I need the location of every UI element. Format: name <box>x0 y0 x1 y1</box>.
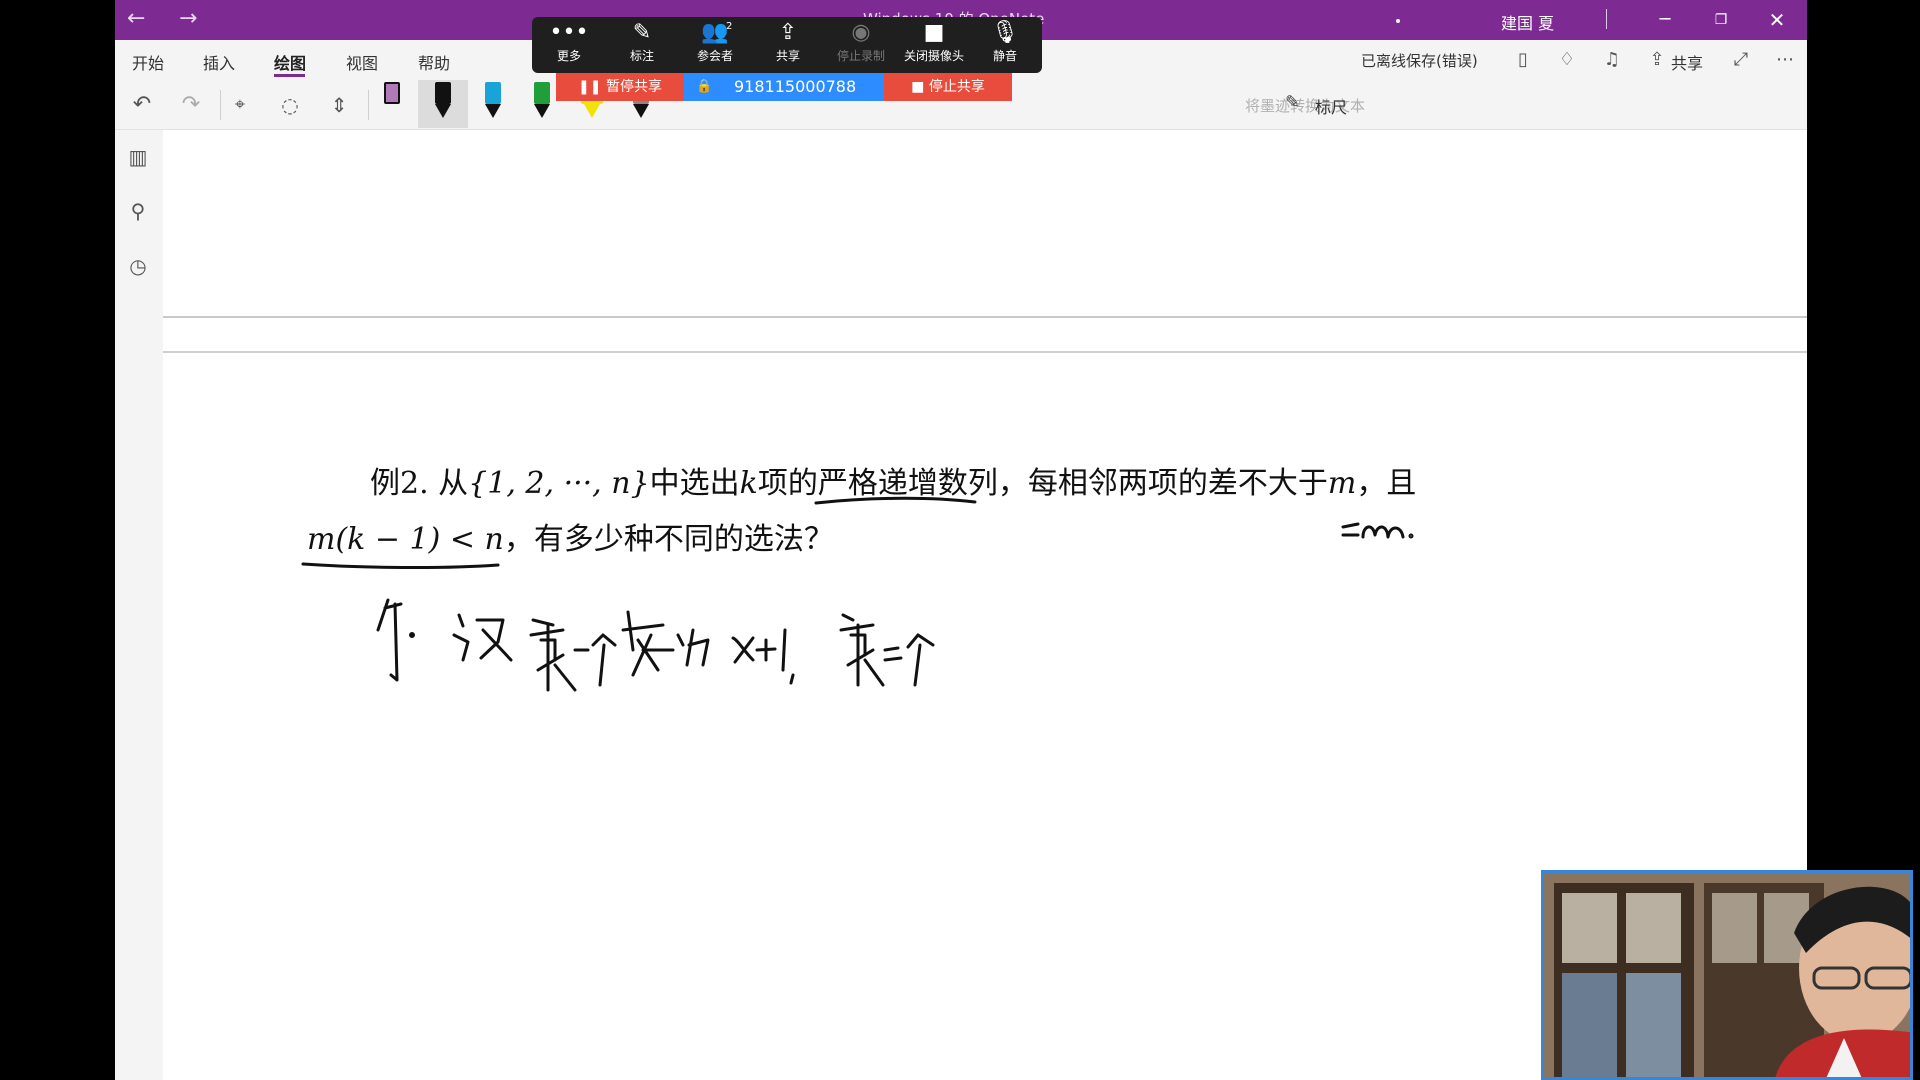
ink-underline-term <box>814 496 977 505</box>
stop-icon: ■ <box>911 79 929 95</box>
toolbar-separator <box>220 90 221 120</box>
ink-comma <box>789 673 795 685</box>
pause-share-label: 暂停共享 <box>605 79 662 95</box>
pen-cyan-icon[interactable] <box>480 82 506 122</box>
tab-home[interactable]: 开始 <box>132 50 164 74</box>
forward-button[interactable]: → <box>179 6 197 31</box>
ink-period <box>1408 533 1414 539</box>
ink-plus <box>755 638 777 662</box>
ink-char-wei <box>676 628 710 667</box>
ink-char-ge-2 <box>906 633 935 687</box>
mute-button[interactable]: 🎙 静音 <box>968 17 1042 73</box>
pencil-icon: ✎ <box>632 20 652 45</box>
annotate-button[interactable]: ✎ 标注 <box>605 17 679 73</box>
minimize-button[interactable]: ─ <box>1645 6 1685 34</box>
ink-char-er <box>883 646 903 662</box>
search-icon[interactable]: ⚲ <box>125 198 151 224</box>
lightbulb-icon[interactable]: ♢ <box>1555 48 1579 72</box>
fullscreen-icon[interactable]: ⤢ <box>1729 48 1753 72</box>
more-options-icon[interactable]: ⋯ <box>1773 48 1797 72</box>
pen-purple-icon[interactable] <box>379 82 405 122</box>
lock-icon: 🔒 <box>696 79 713 94</box>
more-button[interactable]: ••• 更多 <box>532 17 606 73</box>
lasso-select-icon[interactable]: ⌖ <box>225 90 255 120</box>
close-button[interactable]: ✕ <box>1757 6 1797 34</box>
notebook-icon[interactable]: ▯ <box>1511 48 1535 72</box>
tab-view[interactable]: 视图 <box>346 50 378 74</box>
ink-char-jie <box>376 598 403 682</box>
camera-icon: ■ <box>923 20 945 45</box>
share-icon[interactable]: ⇪ <box>1645 48 1669 72</box>
ink-x <box>731 636 755 664</box>
record-icon: ◉ <box>851 20 871 45</box>
webcam-video[interactable] <box>1541 870 1913 1080</box>
annotate-label: 标注 <box>629 49 654 63</box>
left-navigation: ▥ ⚲ ◷ <box>115 130 163 1080</box>
indicator-dot <box>1396 19 1400 23</box>
participants-button[interactable]: 👥 2 参会者 <box>678 17 752 73</box>
more-icon: ••• <box>549 20 589 45</box>
recent-icon[interactable]: ◷ <box>125 253 151 279</box>
ink-char-shu <box>621 610 675 677</box>
more-label: 更多 <box>556 49 581 63</box>
redo-button[interactable]: ↷ <box>176 90 206 120</box>
bell-icon[interactable]: ♫ <box>1600 48 1624 72</box>
stop-recording-label: 停止录制 <box>836 49 885 63</box>
share-screen-button[interactable]: ⇪ 共享 <box>751 17 825 73</box>
tab-insert[interactable]: 插入 <box>203 50 235 74</box>
ink-one <box>781 628 787 672</box>
attendee-count: 2 <box>726 21 733 32</box>
title-separator <box>1606 9 1607 29</box>
stop-recording-button[interactable]: ◉ 停止录制 <box>824 17 898 73</box>
active-tab-indicator <box>274 74 305 77</box>
stop-video-label: 关闭摄像头 <box>903 49 964 63</box>
lasso-add-icon[interactable]: ◌ <box>275 90 305 120</box>
stop-video-button[interactable]: ■ 关闭摄像头 <box>897 17 971 73</box>
tab-help[interactable]: 帮助 <box>418 50 450 74</box>
ink-char-di-2 <box>839 613 885 687</box>
ink-leq-sign <box>1341 522 1360 537</box>
ruler-icon: ✎ <box>1285 92 1301 113</box>
participants-icon: 👥 <box>701 20 729 45</box>
ink-char-ge <box>591 633 617 687</box>
stop-share-button[interactable]: ■ 停止共享 <box>884 73 1012 101</box>
share-screen-label: 共享 <box>775 49 800 63</box>
mute-label: 静音 <box>992 49 1017 63</box>
microphone-icon: 🎙 <box>991 20 1019 45</box>
ink-underline-condition <box>301 562 500 570</box>
meeting-controls: ••• 更多 ✎ 标注 👥 2 参会者 ⇪ 共享 ◉ 停止录制 ■ 关闭摄像头 🎙 静音 <box>532 17 1042 73</box>
save-status[interactable]: 已离线保存(错误) <box>1361 50 1478 71</box>
user-name[interactable]: 建国 夏 <box>1501 10 1554 34</box>
tab-draw[interactable]: 绘图 <box>274 50 306 74</box>
back-button[interactable]: ← <box>127 6 145 31</box>
stop-share-label: 停止共享 <box>928 79 985 95</box>
ink-dot <box>409 632 415 638</box>
pause-share-button[interactable]: ❚❚ 暂停共享 <box>556 73 684 101</box>
ink-char-she <box>452 613 513 662</box>
pause-icon: ❚❚ <box>578 79 606 95</box>
pen-green-icon[interactable] <box>529 82 555 122</box>
ink-char-di <box>529 618 577 692</box>
undo-button[interactable]: ↶ <box>127 90 157 120</box>
share-button[interactable]: 共享 <box>1671 50 1703 74</box>
ruler-button[interactable]: 标尺 <box>1315 94 1347 118</box>
pen-black-icon[interactable] <box>430 82 456 122</box>
toolbar-separator <box>368 90 369 120</box>
participants-label: 参会者 <box>696 49 733 63</box>
add-space-icon[interactable]: ⇕ <box>324 90 354 120</box>
upload-icon: ⇪ <box>778 20 798 45</box>
meeting-id-box[interactable]: 🔒 918115000788 <box>684 73 884 101</box>
share-status-bar: ❚❚ 暂停共享 🔒 918115000788 ■ 停止共享 <box>556 73 1012 101</box>
restore-button[interactable]: ❐ <box>1701 6 1741 34</box>
notebooks-icon[interactable]: ▥ <box>125 144 151 170</box>
meeting-id: 918115000788 <box>734 77 857 96</box>
webcam-feed <box>1544 873 1910 1077</box>
ink-letter-m <box>1361 525 1405 539</box>
